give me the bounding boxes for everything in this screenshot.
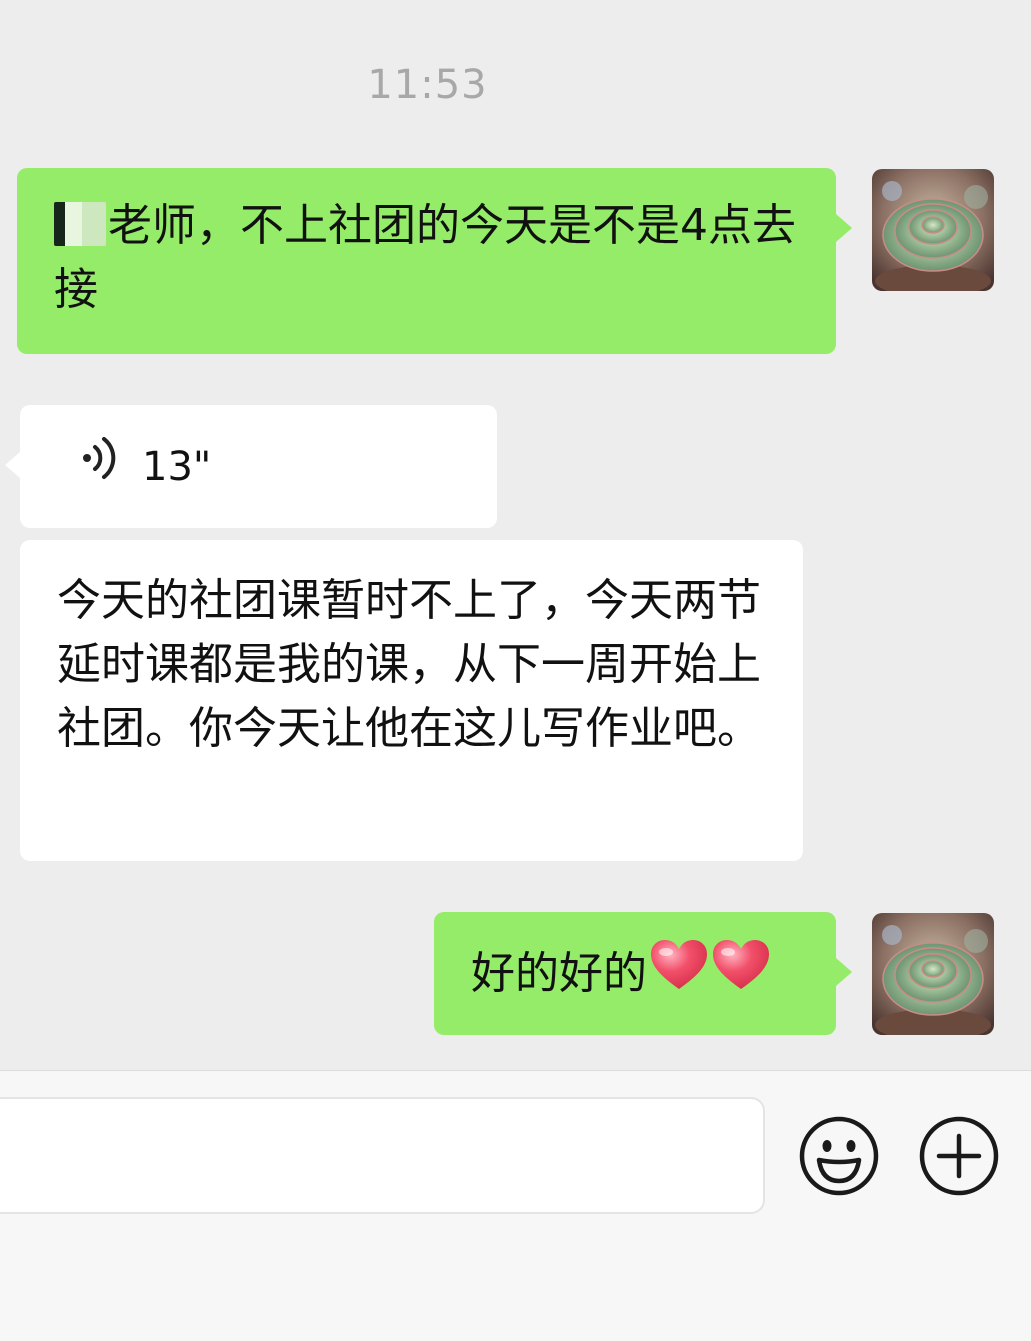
voice-message-bubble[interactable]: 13" — [20, 405, 497, 528]
chat-input-bar — [0, 1070, 1031, 1341]
bubble-tail — [5, 452, 20, 478]
my-avatar[interactable] — [872, 913, 994, 1035]
my-avatar[interactable] — [872, 169, 994, 291]
message-text: 老师，不上社团的今天是不是4点去接 — [54, 200, 796, 315]
succulent-avatar-image — [872, 169, 994, 291]
succulent-avatar-image — [872, 913, 994, 1035]
outgoing-message-bubble[interactable]: 好的好的 — [434, 912, 836, 1035]
plus-circle-icon — [919, 1116, 999, 1196]
message-text: 今天的社团课暂时不上了，今天两节延时课都是我的课，从下一周开始上社团。你今天让他… — [57, 575, 761, 754]
incoming-message-bubble[interactable]: 今天的社团课暂时不上了，今天两节延时课都是我的课，从下一周开始上社团。你今天让他… — [20, 540, 803, 861]
message-input[interactable] — [0, 1097, 765, 1214]
smiley-face-icon — [799, 1116, 879, 1196]
more-functions-button[interactable] — [918, 1115, 1000, 1197]
heart-emoji-icon — [649, 939, 709, 1009]
voice-duration: 13" — [142, 443, 212, 490]
outgoing-message-bubble[interactable]: 老师，不上社团的今天是不是4点去接 — [17, 168, 836, 354]
bubble-tail — [836, 958, 852, 986]
chat-area: 11:53 老师，不上社团的今天是不是4点去接 13" 今天的社团课暂时不上了，… — [0, 0, 1031, 1070]
emoji-button[interactable] — [798, 1115, 880, 1197]
voice-wave-icon — [78, 435, 118, 499]
bubble-tail — [836, 214, 852, 242]
heart-emoji-icon — [711, 939, 771, 1009]
message-text: 好的好的 — [471, 947, 647, 999]
message-timestamp: 11:53 — [367, 62, 488, 108]
redacted-name — [54, 202, 106, 246]
